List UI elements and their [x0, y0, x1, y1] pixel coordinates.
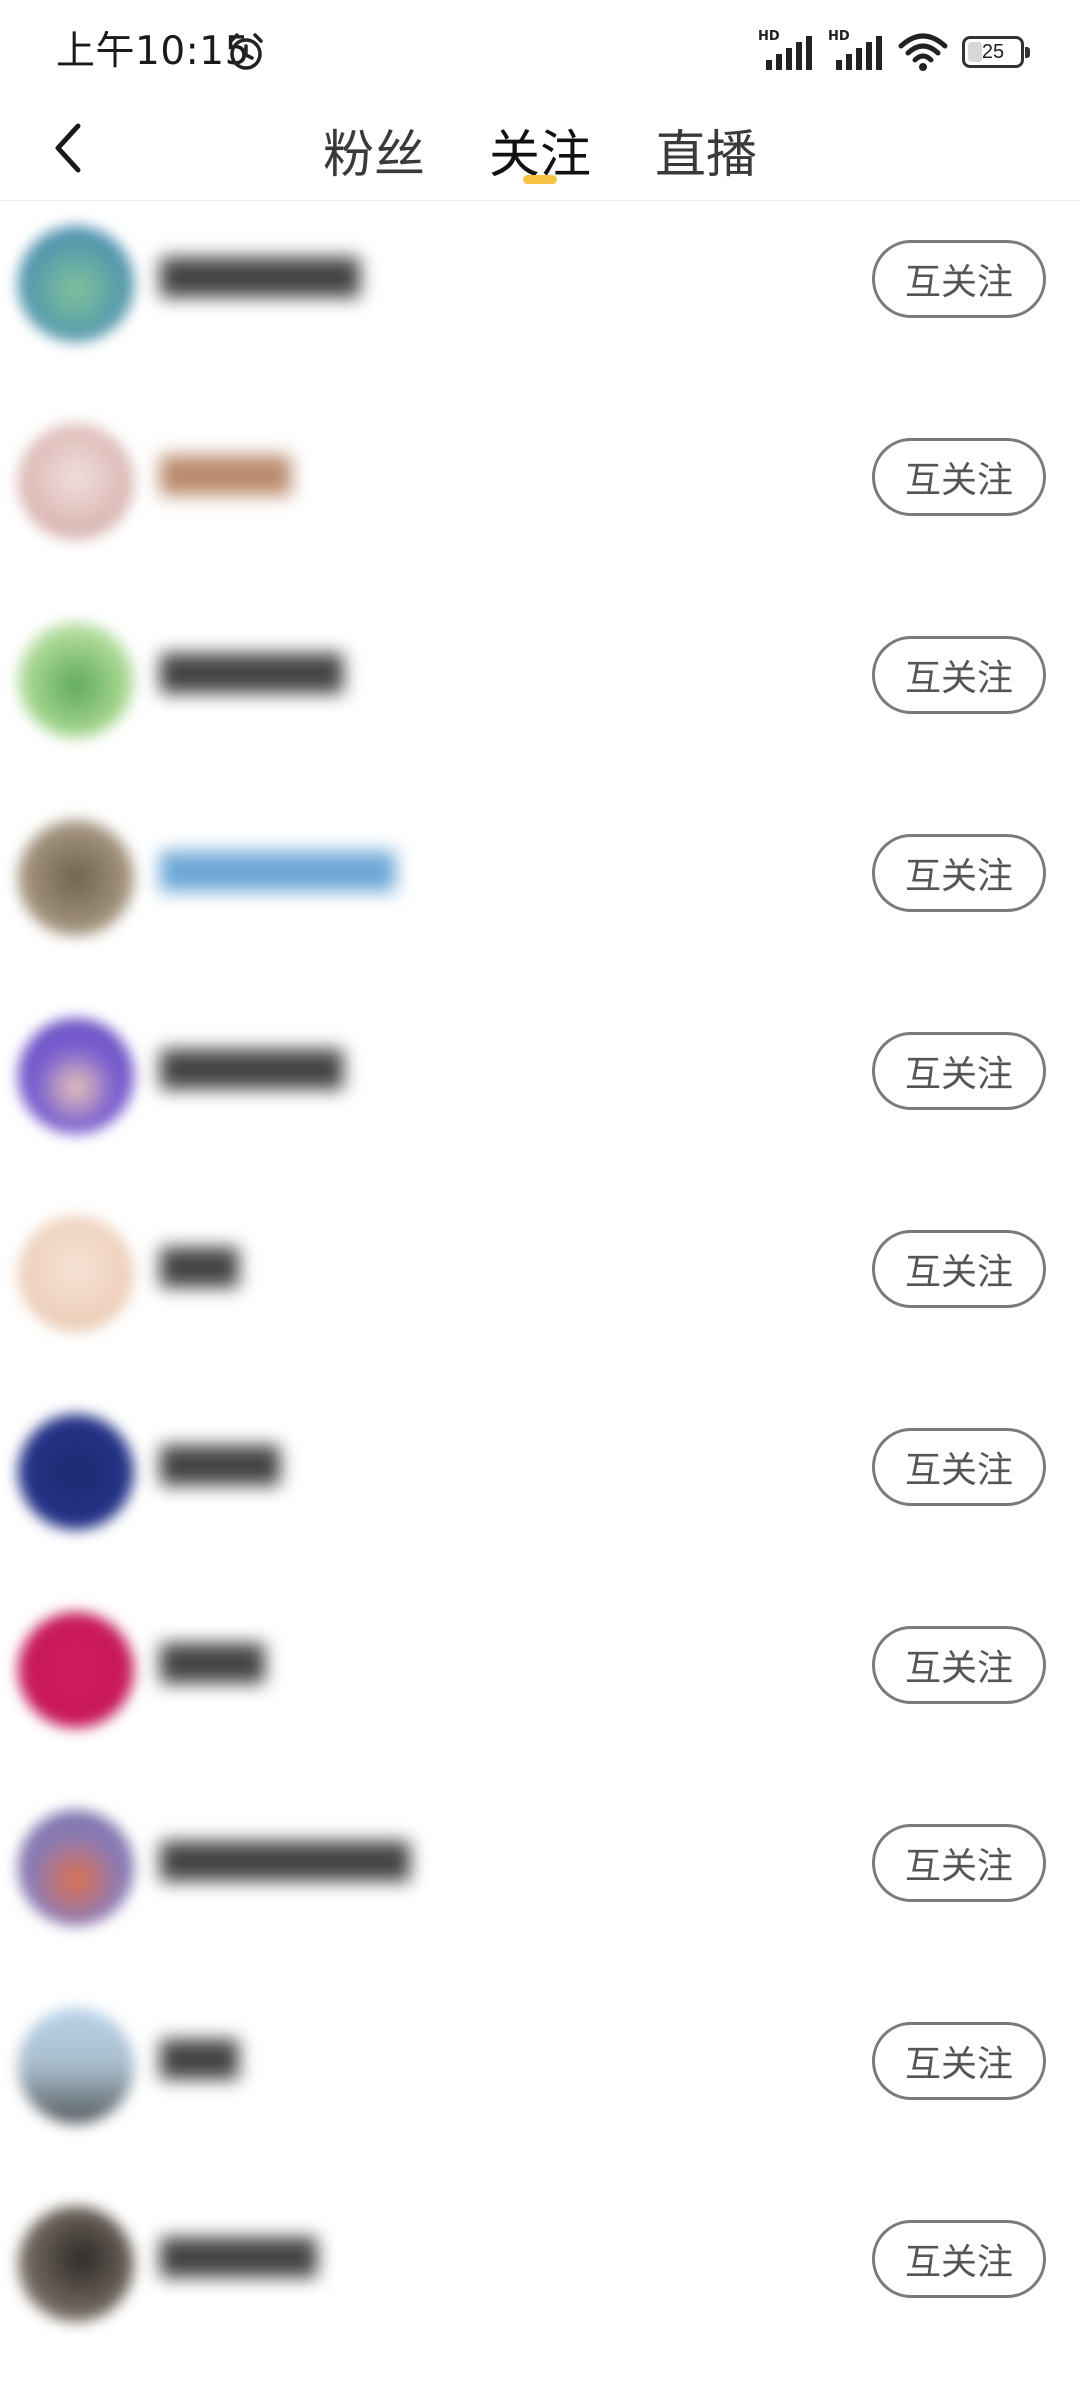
username: ██████████: [160, 1842, 410, 1882]
username: ████: [160, 1644, 265, 1684]
mutual-follow-button[interactable]: 互关注: [872, 1824, 1046, 1902]
mutual-follow-button[interactable]: 互关注: [872, 1230, 1046, 1308]
avatar[interactable]: [18, 2008, 134, 2124]
nav-header: 粉丝 关注 直播: [0, 100, 1080, 201]
username: █████: [160, 1446, 280, 1486]
mutual-follow-button[interactable]: 互关注: [872, 2220, 1046, 2298]
signal-icon: HD: [828, 30, 884, 74]
battery-level: 25: [981, 40, 1005, 63]
avatar[interactable]: [18, 2206, 134, 2322]
alarm-icon: [224, 30, 268, 74]
mutual-follow-button[interactable]: 互关注: [872, 1428, 1046, 1506]
list-item[interactable]: ████ 互关注: [0, 1587, 1080, 1785]
battery-icon: 25: [962, 36, 1030, 68]
username: ███: [160, 2040, 239, 2080]
username: ██████: [160, 2238, 317, 2278]
status-bar: 上午10:15 HD HD 25: [0, 0, 1080, 100]
username: ███████: [160, 1050, 344, 1090]
list-item[interactable]: ███████ 互关注: [0, 993, 1080, 1191]
username: ███: [160, 1248, 239, 1288]
avatar[interactable]: [18, 1216, 134, 1332]
mutual-follow-button[interactable]: 互关注: [872, 240, 1046, 318]
wifi-icon: [898, 30, 948, 74]
avatar[interactable]: [18, 424, 134, 540]
list-item[interactable]: ██████████ 互关注: [0, 1785, 1080, 1983]
username: █████████: [160, 852, 396, 892]
username: █████: [160, 456, 291, 496]
mutual-follow-button[interactable]: 互关注: [872, 636, 1046, 714]
active-tab-indicator: [523, 175, 557, 184]
mutual-follow-button[interactable]: 互关注: [872, 2022, 1046, 2100]
avatar[interactable]: [18, 1018, 134, 1134]
mutual-follow-button[interactable]: 互关注: [872, 438, 1046, 516]
tab-live[interactable]: 直播: [650, 100, 762, 200]
mutual-follow-button[interactable]: 互关注: [872, 1626, 1046, 1704]
avatar[interactable]: [18, 820, 134, 936]
list-item[interactable]: ███████ 互关注: [0, 597, 1080, 795]
username: ███████: [160, 654, 344, 694]
tab-following[interactable]: 关注: [484, 100, 596, 200]
list-item[interactable]: ███ 互关注: [0, 1191, 1080, 1389]
tab-fans[interactable]: 粉丝: [318, 100, 430, 200]
avatar[interactable]: [18, 622, 134, 738]
following-list: ████████ 互关注 █████ 互关注 ███████ 互关注 █████…: [0, 201, 1080, 2379]
signal-icon: HD: [758, 30, 814, 74]
avatar[interactable]: [18, 1810, 134, 1926]
mutual-follow-button[interactable]: 互关注: [872, 834, 1046, 912]
list-item[interactable]: ███ 互关注: [0, 1983, 1080, 2181]
list-item[interactable]: ██████ 互关注: [0, 2181, 1080, 2379]
tab-bar: 粉丝 关注 直播: [0, 100, 1080, 200]
avatar[interactable]: [18, 1414, 134, 1530]
list-item[interactable]: █████ 互关注: [0, 1389, 1080, 1587]
mutual-follow-button[interactable]: 互关注: [872, 1032, 1046, 1110]
list-item[interactable]: █████████ 互关注: [0, 795, 1080, 993]
avatar[interactable]: [18, 226, 134, 342]
status-time: 上午10:15: [56, 29, 250, 74]
username: ████████: [160, 258, 360, 298]
avatar[interactable]: [18, 1612, 134, 1728]
list-item[interactable]: ████████ 互关注: [0, 201, 1080, 399]
list-item[interactable]: █████ 互关注: [0, 399, 1080, 597]
